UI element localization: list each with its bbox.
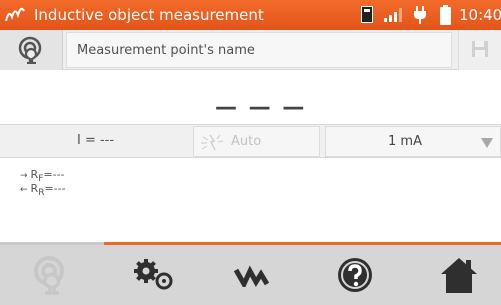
results-area: → RF=--- ← RR=--- [0, 158, 501, 242]
measurement-point-name-input[interactable]: Measurement point's name [66, 32, 501, 68]
sd-card-icon [361, 6, 373, 23]
current-range-select[interactable]: 1 mA [325, 126, 501, 157]
current-range-value: 1 mA [388, 134, 422, 149]
plug-icon [414, 6, 426, 24]
rf-value: =--- [43, 168, 65, 181]
arrow-left-icon: ← [20, 185, 28, 195]
dropdown-arrow-icon [481, 138, 493, 148]
nav-settings[interactable] [100, 245, 200, 305]
result-rr: ← RR=--- [20, 182, 66, 198]
resistance-measurement-icon [34, 256, 64, 295]
save-icon [472, 41, 488, 57]
auto-button[interactable]: Auto [193, 126, 320, 157]
nav-home[interactable] [400, 245, 500, 305]
nav-help[interactable] [300, 245, 400, 305]
home-icon [441, 258, 477, 293]
current-value: I = --- [77, 133, 115, 148]
clock: 10:40 [459, 6, 501, 24]
save-button[interactable] [458, 30, 501, 70]
title-bar: Inductive object measurement 10:40 [0, 0, 501, 30]
measurement-type-button[interactable] [0, 30, 63, 70]
window-title: Inductive object measurement [34, 6, 264, 24]
nav-resistance-measurement[interactable] [0, 245, 100, 305]
logo-icon [5, 7, 25, 22]
control-row: I = --- Auto 1 mA [0, 124, 501, 158]
waveform-icon [234, 265, 270, 287]
main-reading-value: — — — [215, 95, 307, 120]
battery-icon [440, 5, 451, 25]
help-icon [338, 258, 372, 292]
main-reading-area: — — — [0, 72, 501, 124]
current-display: I = --- [0, 125, 190, 158]
nav-waveform[interactable] [200, 245, 300, 305]
auto-label: Auto [231, 134, 262, 149]
measurement-point-name-placeholder: Measurement point's name [77, 43, 255, 58]
auto-start-icon [201, 134, 224, 151]
resistance-symbol-icon [18, 36, 42, 64]
rr-value: =--- [44, 182, 66, 195]
settings-icon [134, 259, 173, 290]
name-row: Measurement point's name [0, 30, 501, 70]
arrow-right-icon: → [20, 171, 28, 181]
signal-icon [384, 8, 402, 22]
bottom-nav [0, 245, 501, 305]
